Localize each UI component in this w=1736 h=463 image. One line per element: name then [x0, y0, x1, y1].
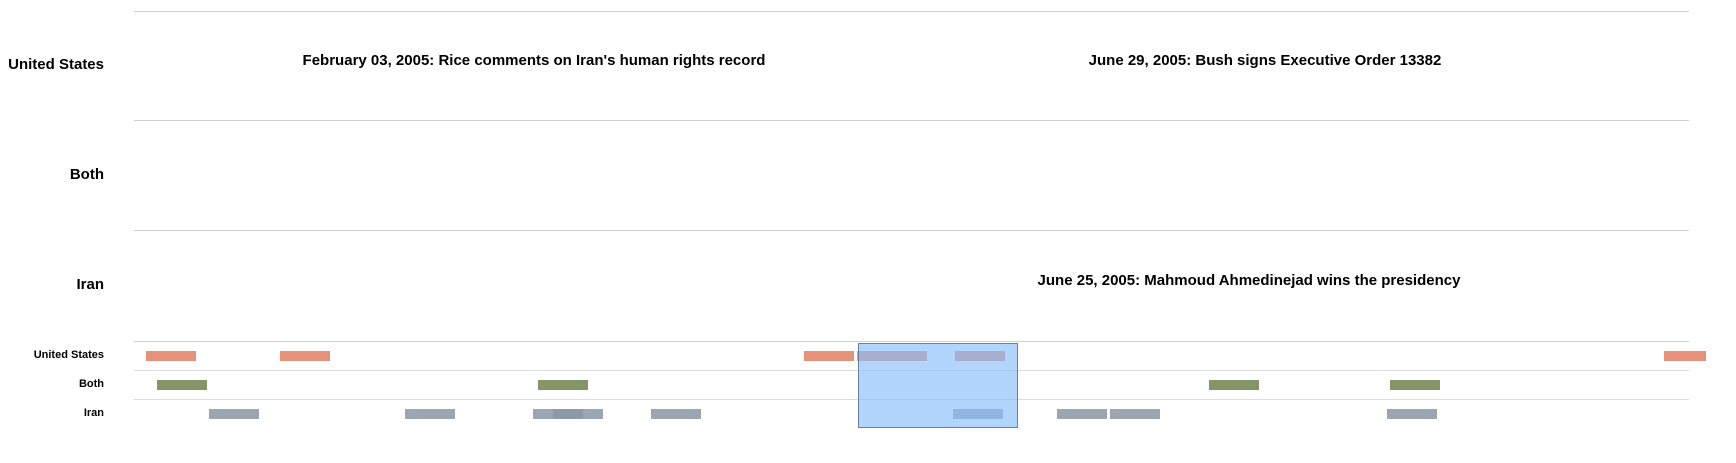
row-label-both: Both: [69, 166, 104, 183]
overview-bar-iran[interactable]: [209, 409, 259, 419]
row-divider: [134, 230, 1689, 231]
row-label-united-states: United States: [8, 56, 104, 73]
overview-bar-us[interactable]: [1664, 351, 1706, 361]
overview-label-united-states: United States: [33, 349, 104, 361]
overview-bar-iran[interactable]: [1387, 409, 1437, 419]
overview-bar-both[interactable]: [157, 380, 207, 390]
event-rice-comments[interactable]: February 03, 2005: Rice comments on Iran…: [303, 52, 766, 69]
overview-bar-both[interactable]: [1390, 380, 1440, 390]
overview-bar-iran[interactable]: [405, 409, 455, 419]
overview-bar-us[interactable]: [280, 351, 330, 361]
overview-bar-iran[interactable]: [651, 409, 701, 419]
overview-label-both: Both: [78, 378, 104, 390]
event-ahmedinejad-wins[interactable]: June 25, 2005: Mahmoud Ahmedinejad wins …: [1038, 272, 1461, 289]
overview-bar-us[interactable]: [146, 351, 196, 361]
overview-selection-brush[interactable]: [858, 343, 1018, 428]
overview-bar-iran[interactable]: [1110, 409, 1160, 419]
row-label-iran: Iran: [76, 276, 104, 293]
event-bush-executive-order[interactable]: June 29, 2005: Bush signs Executive Orde…: [1089, 52, 1442, 69]
row-divider: [134, 11, 1689, 12]
overview-label-iran: Iran: [83, 407, 104, 419]
row-divider: [134, 120, 1689, 121]
overview-bar-both[interactable]: [538, 380, 588, 390]
overview-bar-both[interactable]: [1209, 380, 1259, 390]
row-divider: [134, 341, 1689, 342]
overview-bar-us[interactable]: [804, 351, 854, 361]
overview-bar-iran[interactable]: [553, 409, 603, 419]
overview-bar-iran[interactable]: [1057, 409, 1107, 419]
